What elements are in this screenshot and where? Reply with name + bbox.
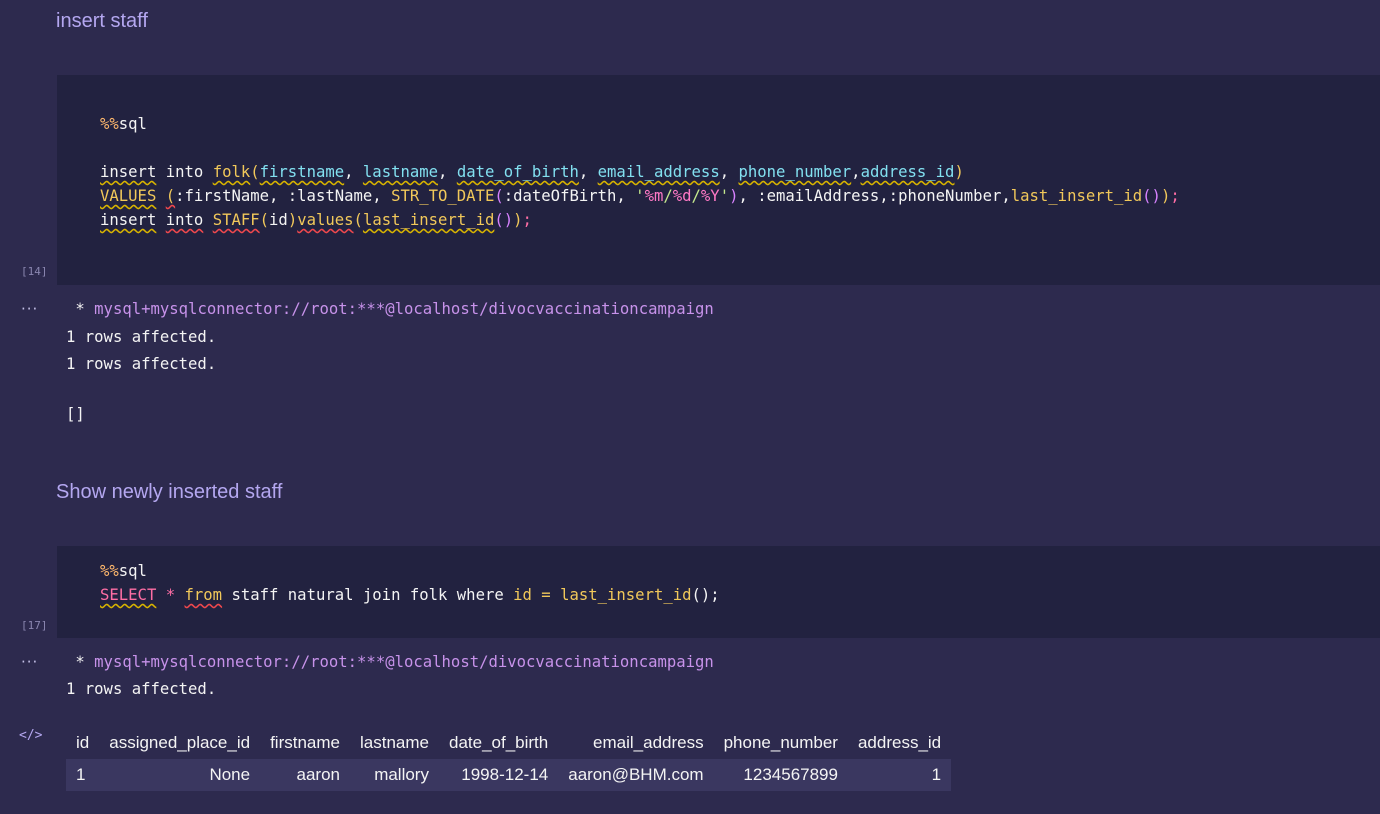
code-editor[interactable]: %%sql [100, 112, 147, 136]
column-header: date_of_birth [448, 733, 549, 752]
column-header: address_id [857, 733, 942, 752]
table-cell: mallory [350, 759, 439, 791]
column-header: lastname [360, 733, 429, 752]
code-line-values[interactable]: VALUES (:firstName, :lastName, STR_TO_DA… [100, 184, 1180, 208]
code-cell-insert[interactable]: %%sql insert into folk(firstname, lastna… [57, 75, 1380, 285]
column-header: assigned_place_id [109, 733, 251, 752]
column-header: phone_number [723, 733, 838, 752]
code-line-insert-staff[interactable]: insert into STAFF(id)values(last_insert_… [100, 208, 532, 232]
connection-line: * mysql+mysqlconnector://root:***@localh… [66, 653, 714, 671]
html-output-icon[interactable]: </> [19, 728, 42, 743]
table-cell: 1 [66, 759, 100, 791]
magic-name: sql [118, 115, 147, 133]
output-menu-icon[interactable]: ··· [21, 653, 38, 671]
column-header: id [76, 733, 90, 752]
column-header: email_address [593, 733, 704, 752]
result-empty: [] [66, 405, 85, 423]
result-table: id assigned_place_id firstname lastname … [66, 727, 952, 791]
table-cell: None [99, 759, 261, 791]
execution-count: [14] [21, 265, 48, 278]
table-cell: aaron [260, 759, 350, 791]
magic-prefix: %% [100, 115, 119, 133]
execution-count: [17] [21, 619, 48, 632]
table-cell: aaron@BHM.com [558, 759, 714, 791]
connection-line: * mysql+mysqlconnector://root:***@localh… [66, 300, 714, 318]
table-cell: 1998-12-14 [438, 759, 559, 791]
code-cell-select[interactable]: %%sql SELECT * from staff natural join f… [57, 546, 1380, 638]
code-line-insert-folk[interactable]: insert into folk(firstname, lastname, da… [100, 160, 964, 184]
table-cell: 1 [847, 759, 952, 791]
table-row: 1 None aaron mallory 1998-12-14 aaron@BH… [66, 759, 952, 791]
rows-affected-2: 1 rows affected. [66, 355, 217, 373]
markdown-heading-insert-staff: insert staff [56, 10, 148, 32]
markdown-heading-show-staff: Show newly inserted staff [56, 481, 283, 503]
rows-affected: 1 rows affected. [66, 680, 217, 698]
rows-affected-1: 1 rows affected. [66, 328, 217, 346]
output-menu-icon[interactable]: ··· [21, 300, 38, 318]
column-header: firstname [270, 733, 340, 752]
table-header-row: id assigned_place_id firstname lastname … [66, 727, 951, 759]
table-cell: 1234567899 [713, 759, 848, 791]
code-editor[interactable]: %%sql [100, 559, 147, 583]
code-line-select[interactable]: SELECT * from staff natural join folk wh… [100, 583, 720, 607]
